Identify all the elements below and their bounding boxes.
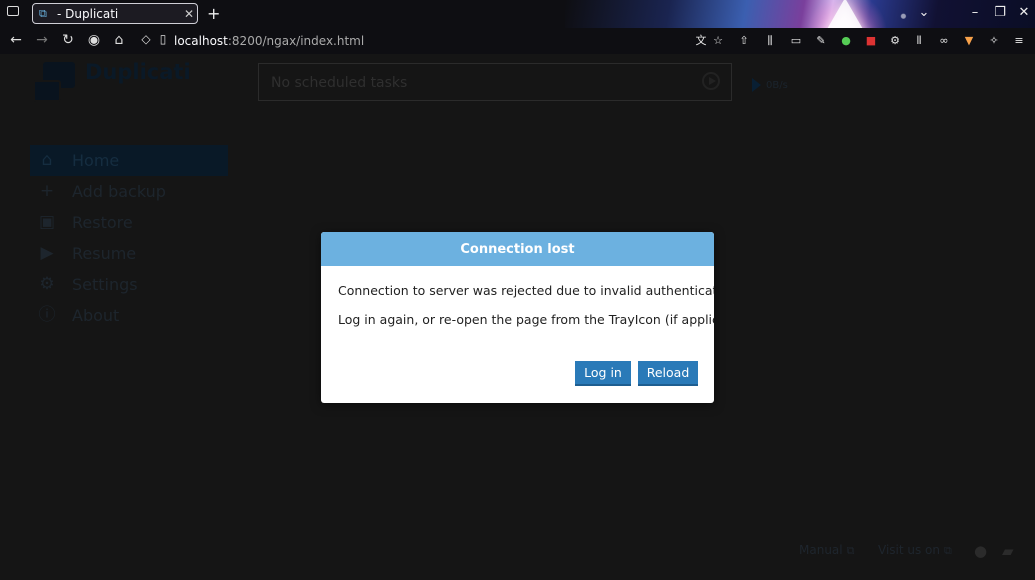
browser-nav-bar: ← → ↻ ◉ ⌂ ◇ ▯ localhost:8200/ngax/index.…: [0, 28, 1035, 54]
browser-tab-bar: ⧉ - Duplicati ✕ + ⌄ – ❐ ✕: [0, 0, 1035, 28]
reload-icon[interactable]: ↻: [60, 32, 76, 48]
reader-view-icon[interactable]: ▭: [789, 34, 803, 47]
page-info-icon[interactable]: ▯: [155, 32, 171, 46]
dialog-message: Connection to server was rejected due to…: [338, 283, 714, 298]
url-path: :8200/ngax/index.html: [227, 34, 365, 48]
address-bar[interactable]: localhost:8200/ngax/index.html: [174, 34, 364, 48]
log-in-button[interactable]: Log in: [575, 361, 631, 386]
new-tab-button[interactable]: +: [207, 4, 220, 23]
shield-icon[interactable]: ◇: [138, 32, 154, 46]
extension-icon[interactable]: ⇧: [737, 34, 751, 47]
extension-icon[interactable]: ∞: [937, 34, 951, 47]
extension-icon[interactable]: ⚙: [888, 34, 902, 47]
browser-tab[interactable]: ⧉ - Duplicati ✕: [32, 3, 198, 24]
forward-arrow-icon[interactable]: →: [34, 32, 50, 48]
list-all-tabs-icon[interactable]: ⌄: [915, 5, 933, 20]
dialog-message: Log in again, or re-open the page from t…: [338, 312, 714, 327]
restore-window-icon[interactable]: ❐: [991, 5, 1009, 20]
dialog-body: Connection to server was rejected due to…: [321, 266, 714, 327]
tab-list-icon[interactable]: [7, 6, 19, 16]
private-mask-icon[interactable]: ◉: [86, 32, 102, 48]
home-page-icon[interactable]: ⌂: [111, 32, 127, 48]
extension-icon[interactable]: ▼: [962, 34, 976, 47]
connection-lost-dialog: Connection lost Connection to server was…: [321, 232, 714, 403]
minimize-icon[interactable]: –: [966, 5, 984, 20]
bookmark-star-icon[interactable]: ☆: [711, 34, 725, 47]
duplicati-favicon-icon: ⧉: [39, 6, 47, 20]
extension-icon[interactable]: ●: [839, 34, 853, 47]
dialog-title: Connection lost: [321, 232, 714, 266]
tab-title: - Duplicati: [57, 6, 119, 21]
menu-icon[interactable]: ≡: [1012, 34, 1026, 47]
extension-icon[interactable]: ⫴: [912, 34, 926, 47]
ublock-icon[interactable]: ■: [864, 34, 878, 47]
theme-prism-art: [815, 0, 875, 28]
close-window-icon[interactable]: ✕: [1015, 5, 1033, 20]
library-icon[interactable]: ⫼: [763, 34, 777, 47]
extensions-puzzle-icon[interactable]: ✧: [987, 34, 1001, 47]
tab-close-icon[interactable]: ✕: [181, 7, 197, 21]
reload-button[interactable]: Reload: [638, 361, 698, 386]
theme-background-art: [565, 0, 1035, 28]
translate-icon[interactable]: 文: [694, 34, 708, 47]
url-host: localhost: [174, 34, 228, 48]
back-arrow-icon[interactable]: ←: [8, 32, 24, 48]
extension-icon[interactable]: ✎: [814, 34, 828, 47]
